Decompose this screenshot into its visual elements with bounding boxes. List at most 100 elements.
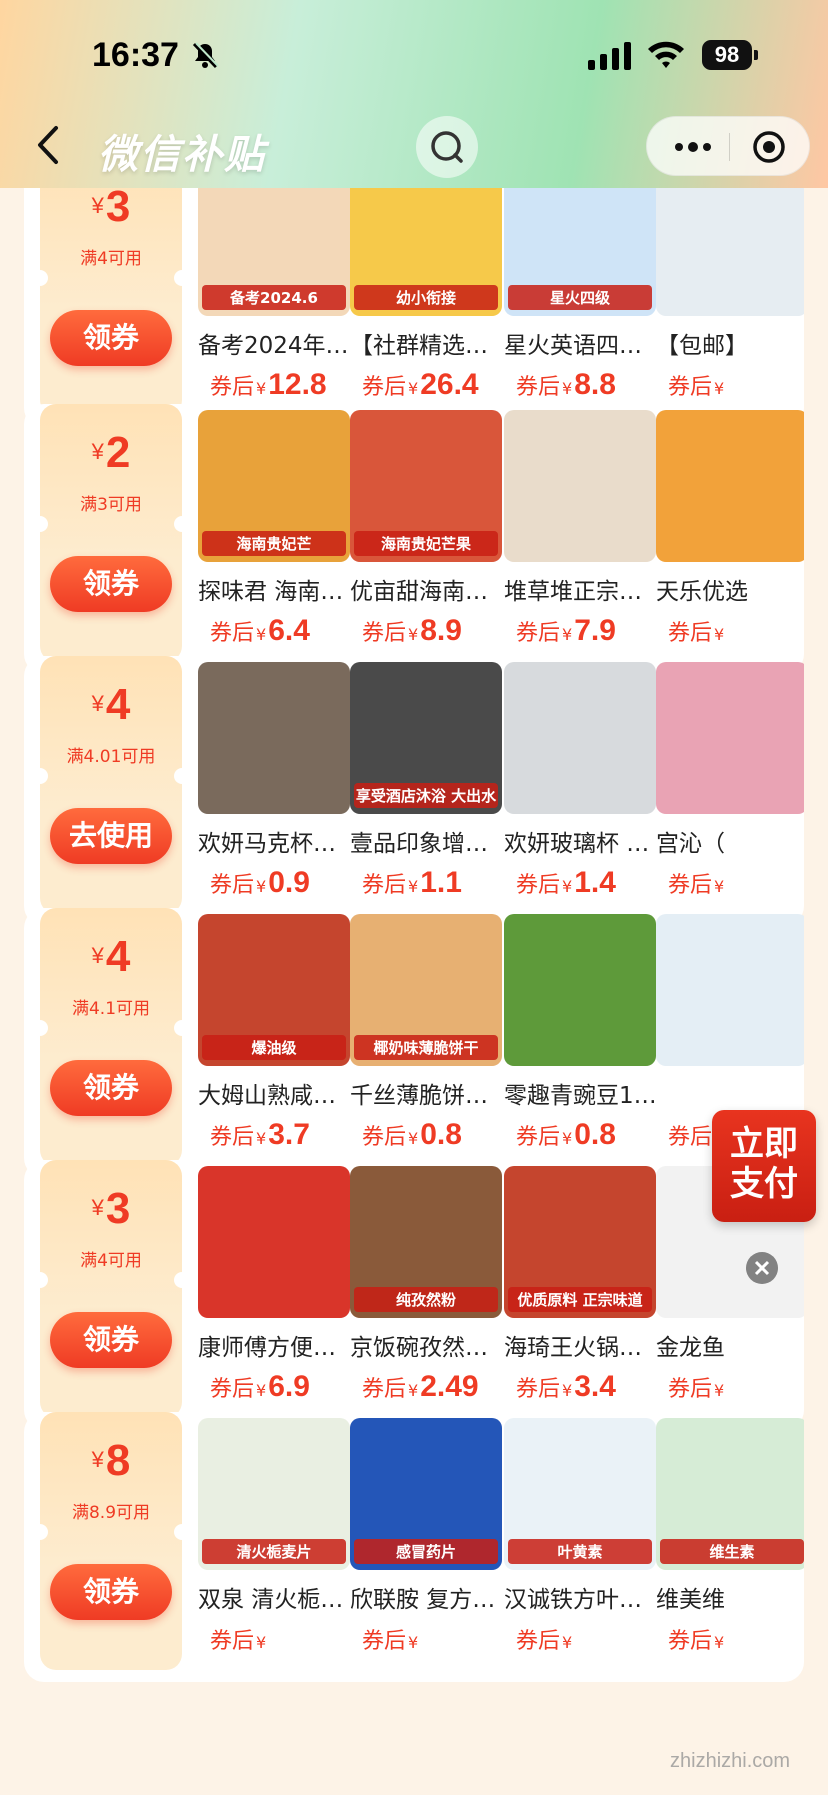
product-item[interactable]: 欢妍玻璃杯 … 券后 ¥1.4 (504, 656, 664, 914)
claim-coupon-button[interactable]: 领券 (50, 310, 172, 366)
coupon-ticket: ¥3 满4可用 领券 (32, 1160, 190, 1418)
back-arrow-icon[interactable] (30, 120, 70, 170)
product-item[interactable]: 宫沁（ 券后 ¥ (656, 656, 804, 914)
currency-symbol: ¥ (408, 379, 419, 398)
claim-coupon-button[interactable]: 领券 (50, 1564, 172, 1620)
product-item[interactable]: 享受酒店沐浴 大出水 壹品印象增压… 券后 ¥1.1 (350, 656, 510, 914)
price-label: 券后 (362, 621, 407, 646)
product-item[interactable]: 维生素 维美维 券后 ¥ (656, 1412, 804, 1670)
product-image[interactable]: 维生素 (656, 1418, 804, 1570)
product-item[interactable]: 欢妍马克杯带… 券后 ¥0.9 (198, 656, 358, 914)
product-price: 券后 ¥0.9 (210, 866, 310, 900)
product-item[interactable]: 海南贵妃芒 探味君 海南… 券后 ¥6.4 (198, 404, 358, 662)
product-name: 大姆山熟咸鸭… (198, 1083, 354, 1109)
product-item[interactable]: 堆草堆正宗高… 券后 ¥7.9 (504, 404, 664, 662)
more-icon[interactable] (671, 135, 715, 159)
product-name: 康师傅方便面… (198, 1335, 354, 1361)
close-float-icon[interactable] (746, 1252, 778, 1284)
coupon-amount: ¥3 (40, 1184, 182, 1234)
product-image[interactable] (656, 914, 804, 1066)
product-item[interactable]: 海南贵妃芒果 优亩甜海南贵… 券后 ¥8.9 (350, 404, 510, 662)
product-image[interactable] (656, 188, 804, 316)
product-image[interactable] (504, 410, 656, 562)
product-image[interactable]: 爆油级 (198, 914, 350, 1066)
currency-symbol: ¥ (256, 877, 267, 896)
product-price: 券后¥ (668, 1370, 726, 1404)
product-item[interactable]: 【包邮】 券后 ¥ (656, 188, 804, 416)
product-image[interactable]: 清火栀麦片 (198, 1418, 350, 1570)
product-price: 券后 ¥1.1 (362, 866, 462, 900)
product-item[interactable]: 优质原料 正宗味道 海琦王火锅底… 券后 ¥3.4 (504, 1160, 664, 1418)
product-name: 千丝薄脆饼干… (350, 1083, 506, 1109)
product-item[interactable]: 天乐优选 券后 ¥ (656, 404, 804, 662)
coupon-condition: 满4可用 (80, 249, 142, 269)
currency-symbol: ¥ (714, 625, 725, 644)
product-image[interactable]: 星火四级 (504, 188, 656, 316)
coupon-ticket: ¥4 满4.1可用 领券 (32, 908, 190, 1166)
product-image-caption: 海南贵妃芒果 (354, 531, 498, 556)
product-price: 券后¥ (362, 1622, 420, 1656)
product-name: 汉诚铁方叶黄… (504, 1587, 660, 1613)
product-image[interactable] (656, 662, 804, 814)
product-item[interactable]: 星火四级 星火英语四级… 券后 ¥8.8 (504, 188, 664, 416)
product-item[interactable]: 康师傅方便面… 券后 ¥6.9 (198, 1160, 358, 1418)
product-image[interactable]: 幼小衔接 (350, 188, 502, 316)
product-item[interactable]: 叶黄素 汉诚铁方叶黄… 券后 ¥ (504, 1412, 664, 1670)
product-image[interactable]: 备考2024.6 (198, 188, 350, 316)
product-carousel[interactable]: 欢妍马克杯带… 券后 ¥0.9 享受酒店沐浴 大出水 壹品印象增压… 券后 ¥1.1 欢妍玻璃… (198, 656, 804, 926)
header: 16:37 98 微信补贴 (0, 0, 828, 188)
product-carousel[interactable]: 备考2024.6 备考2024年6… 券后 ¥12.8 幼小衔接 【社群精选】… 券后 ¥26… (198, 188, 804, 428)
close-mini-program-icon[interactable] (751, 129, 787, 165)
price-label: 券后 (668, 375, 713, 400)
product-price: 券后 ¥6.9 (210, 1370, 310, 1404)
product-image[interactable] (198, 662, 350, 814)
product-item[interactable]: 感冒药片 欣联胺 复方… 券后 ¥ (350, 1412, 510, 1670)
product-image[interactable]: 叶黄素 (504, 1418, 656, 1570)
coupon-notch (174, 1272, 190, 1288)
pay-now-button[interactable]: 立即支付 (712, 1110, 816, 1222)
product-image[interactable]: 感冒药片 (350, 1418, 502, 1570)
product-name: 【社群精选】… (350, 333, 506, 359)
product-image[interactable]: 椰奶味薄脆饼干 (350, 914, 502, 1066)
price-value: 3.7 (268, 1118, 310, 1151)
product-item[interactable]: 椰奶味薄脆饼干 千丝薄脆饼干… 券后 ¥0.8 (350, 908, 510, 1166)
currency-symbol: ¥ (408, 1129, 419, 1148)
product-price: 券后¥ (668, 866, 726, 900)
price-value: 6.9 (268, 1370, 310, 1403)
price-label: 券后 (516, 1629, 561, 1654)
product-image-caption: 感冒药片 (354, 1539, 498, 1564)
claim-coupon-button[interactable]: 领券 (50, 1060, 172, 1116)
product-image[interactable] (504, 914, 656, 1066)
product-image[interactable]: 享受酒店沐浴 大出水 (350, 662, 502, 814)
product-item[interactable]: 零趣青豌豆10… 券后 ¥0.8 (504, 908, 664, 1166)
price-label: 券后 (668, 621, 713, 646)
product-image[interactable] (504, 662, 656, 814)
currency-symbol: ¥ (408, 625, 419, 644)
price-label: 券后 (516, 1125, 561, 1150)
product-name: 海琦王火锅底… (504, 1335, 660, 1361)
product-image[interactable]: 海南贵妃芒 (198, 410, 350, 562)
coupon-card: ¥3 满4可用 领券 备考2024.6 备考2024年6… 券后 ¥12.8 幼小衔接 【社群精… (24, 188, 804, 428)
product-item[interactable]: 幼小衔接 【社群精选】… 券后 ¥26.4 (350, 188, 510, 416)
product-name: 宫沁（ (656, 831, 725, 857)
product-item[interactable]: 纯孜然粉 京饭碗孜然粉… 券后 ¥2.49 (350, 1160, 510, 1418)
product-carousel[interactable]: 海南贵妃芒 探味君 海南… 券后 ¥6.4 海南贵妃芒果 优亩甜海南贵… 券后 ¥8.9 堆草堆… (198, 404, 804, 674)
claim-coupon-button[interactable]: 领券 (50, 556, 172, 612)
search-icon (431, 131, 463, 163)
coupon-ticket: ¥8 满8.9可用 领券 (32, 1412, 190, 1670)
product-image[interactable]: 海南贵妃芒果 (350, 410, 502, 562)
product-image[interactable]: 优质原料 正宗味道 (504, 1166, 656, 1318)
currency-symbol: ¥ (408, 877, 419, 896)
claim-coupon-button[interactable]: 去使用 (50, 808, 172, 864)
product-image-caption: 星火四级 (508, 285, 652, 310)
coupon-amount: ¥8 (40, 1436, 182, 1486)
product-item[interactable]: 备考2024.6 备考2024年6… 券后 ¥12.8 (198, 188, 358, 416)
product-image[interactable] (198, 1166, 350, 1318)
product-image[interactable] (656, 410, 804, 562)
product-item[interactable]: 清火栀麦片 双泉 清火栀… 券后 ¥ (198, 1412, 358, 1670)
product-image[interactable]: 纯孜然粉 (350, 1166, 502, 1318)
product-item[interactable]: 爆油级 大姆山熟咸鸭… 券后 ¥3.7 (198, 908, 358, 1166)
search-button[interactable] (416, 116, 478, 178)
product-carousel[interactable]: 清火栀麦片 双泉 清火栀… 券后 ¥ 感冒药片 欣联胺 复方… 券后 ¥ 叶黄素汉诚铁方叶黄… 券… (198, 1412, 804, 1682)
claim-coupon-button[interactable]: 领券 (50, 1312, 172, 1368)
